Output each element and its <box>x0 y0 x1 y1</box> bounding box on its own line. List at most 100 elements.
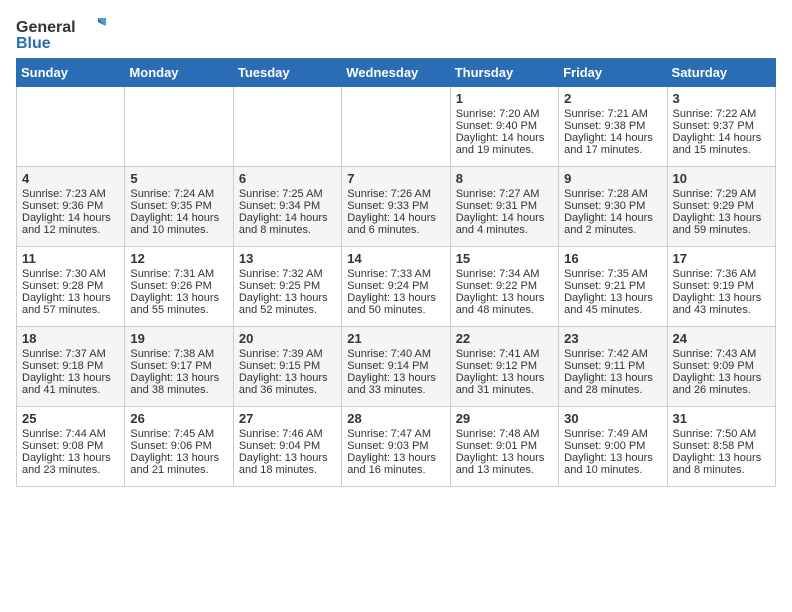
day-number: 12 <box>130 251 227 266</box>
calendar-cell: 17Sunrise: 7:36 AMSunset: 9:19 PMDayligh… <box>667 247 775 327</box>
day-info: and 52 minutes. <box>239 304 336 316</box>
calendar-cell: 10Sunrise: 7:29 AMSunset: 9:29 PMDayligh… <box>667 167 775 247</box>
day-info: and 15 minutes. <box>673 144 770 156</box>
day-info: Sunset: 9:35 PM <box>130 200 227 212</box>
day-info: and 57 minutes. <box>22 304 119 316</box>
day-info: and 8 minutes. <box>673 464 770 476</box>
calendar-cell: 13Sunrise: 7:32 AMSunset: 9:25 PMDayligh… <box>233 247 341 327</box>
day-info: Sunset: 9:14 PM <box>347 360 444 372</box>
day-number: 27 <box>239 411 336 426</box>
day-info: and 41 minutes. <box>22 384 119 396</box>
calendar-week-1: 1Sunrise: 7:20 AMSunset: 9:40 PMDaylight… <box>17 87 776 167</box>
calendar-week-2: 4Sunrise: 7:23 AMSunset: 9:36 PMDaylight… <box>17 167 776 247</box>
day-info: and 10 minutes. <box>130 224 227 236</box>
day-info: Daylight: 13 hours <box>456 372 553 384</box>
day-number: 5 <box>130 171 227 186</box>
day-number: 24 <box>673 331 770 346</box>
day-info: Sunset: 9:40 PM <box>456 120 553 132</box>
day-info: Sunset: 9:15 PM <box>239 360 336 372</box>
day-info: Sunrise: 7:27 AM <box>456 188 553 200</box>
day-info: Sunset: 9:24 PM <box>347 280 444 292</box>
day-info: Sunrise: 7:42 AM <box>564 348 661 360</box>
day-info: Daylight: 14 hours <box>347 212 444 224</box>
day-info: Daylight: 13 hours <box>564 372 661 384</box>
day-info: and 48 minutes. <box>456 304 553 316</box>
day-info: Sunrise: 7:32 AM <box>239 268 336 280</box>
day-number: 22 <box>456 331 553 346</box>
day-number: 13 <box>239 251 336 266</box>
day-info: Daylight: 14 hours <box>239 212 336 224</box>
calendar-cell: 14 Sunrise: 7:33 AMSunset: 9:24 PMDayligh… <box>342 247 450 327</box>
day-info: Daylight: 13 hours <box>347 372 444 384</box>
calendar-week-5: 25Sunrise: 7:44 AMSunset: 9:08 PMDayligh… <box>17 407 776 487</box>
day-info: Daylight: 13 hours <box>456 292 553 304</box>
calendar-cell: 12Sunrise: 7:31 AMSunset: 9:26 PMDayligh… <box>125 247 233 327</box>
day-info: Sunset: 9:08 PM <box>22 440 119 452</box>
header-monday: Monday <box>125 59 233 87</box>
day-info: and 38 minutes. <box>130 384 227 396</box>
logo-full: General Blue <box>16 16 106 52</box>
day-info: and 28 minutes. <box>564 384 661 396</box>
day-info: Sunrise: 7:22 AM <box>673 108 770 120</box>
day-info: Sunset: 9:34 PM <box>239 200 336 212</box>
day-info: Sunrise: 7:25 AM <box>239 188 336 200</box>
day-info: and 21 minutes. <box>130 464 227 476</box>
day-info: Daylight: 13 hours <box>130 292 227 304</box>
day-info: Daylight: 13 hours <box>673 212 770 224</box>
day-number: 14 <box>347 251 444 266</box>
day-info: Sunset: 9:01 PM <box>456 440 553 452</box>
calendar-cell: 27Sunrise: 7:46 AMSunset: 9:04 PMDayligh… <box>233 407 341 487</box>
day-number: 28 <box>347 411 444 426</box>
day-info: Daylight: 13 hours <box>22 452 119 464</box>
day-info: Sunset: 9:30 PM <box>564 200 661 212</box>
day-info: Sunrise: 7:40 AM <box>347 348 444 360</box>
calendar-week-4: 18Sunrise: 7:37 AMSunset: 9:18 PMDayligh… <box>17 327 776 407</box>
header-thursday: Thursday <box>450 59 558 87</box>
day-info: Daylight: 13 hours <box>347 292 444 304</box>
calendar-cell: 7Sunrise: 7:26 AMSunset: 9:33 PMDaylight… <box>342 167 450 247</box>
day-info: Daylight: 14 hours <box>564 212 661 224</box>
day-info: Daylight: 13 hours <box>239 292 336 304</box>
day-info: Sunrise: 7:28 AM <box>564 188 661 200</box>
day-number: 21 <box>347 331 444 346</box>
day-info: Daylight: 13 hours <box>239 452 336 464</box>
day-info: Sunset: 9:38 PM <box>564 120 661 132</box>
day-number: 29 <box>456 411 553 426</box>
day-info: Sunset: 9:28 PM <box>22 280 119 292</box>
day-info: Sunset: 9:19 PM <box>673 280 770 292</box>
day-number: 4 <box>22 171 119 186</box>
day-info: Daylight: 13 hours <box>673 292 770 304</box>
day-info: Sunrise: 7:30 AM <box>22 268 119 280</box>
day-info: Daylight: 14 hours <box>564 132 661 144</box>
day-number: 11 <box>22 251 119 266</box>
day-number: 6 <box>239 171 336 186</box>
day-info: Sunrise: 7:46 AM <box>239 428 336 440</box>
header-sunday: Sunday <box>17 59 125 87</box>
day-number: 2 <box>564 91 661 106</box>
day-info: Sunset: 9:11 PM <box>564 360 661 372</box>
calendar-cell: 8Sunrise: 7:27 AMSunset: 9:31 PMDaylight… <box>450 167 558 247</box>
calendar-cell: 5Sunrise: 7:24 AMSunset: 9:35 PMDaylight… <box>125 167 233 247</box>
day-info: Daylight: 13 hours <box>130 372 227 384</box>
calendar-week-3: 11 Sunrise: 7:30 AMSunset: 9:28 PM Dayligh… <box>17 247 776 327</box>
header-wednesday: Wednesday <box>342 59 450 87</box>
day-number: 16 <box>564 251 661 266</box>
day-info: Sunrise: 7:34 AM <box>456 268 553 280</box>
day-number: 30 <box>564 411 661 426</box>
day-info: Sunset: 9:12 PM <box>456 360 553 372</box>
day-info: and 45 minutes. <box>564 304 661 316</box>
calendar-cell: 19Sunrise: 7:38 AMSunset: 9:17 PMDayligh… <box>125 327 233 407</box>
calendar-cell: 16Sunrise: 7:35 AMSunset: 9:21 PMDayligh… <box>559 247 667 327</box>
day-info: and 33 minutes. <box>347 384 444 396</box>
day-info: and 31 minutes. <box>456 384 553 396</box>
day-info: Sunrise: 7:29 AM <box>673 188 770 200</box>
day-info: Sunrise: 7:33 AM <box>347 268 444 280</box>
day-number: 9 <box>564 171 661 186</box>
day-number: 25 <box>22 411 119 426</box>
day-number: 15 <box>456 251 553 266</box>
day-info: Daylight: 13 hours <box>130 452 227 464</box>
day-info: and 43 minutes. <box>673 304 770 316</box>
day-info: Daylight: 14 hours <box>130 212 227 224</box>
day-number: 3 <box>673 91 770 106</box>
day-info: Sunset: 9:17 PM <box>130 360 227 372</box>
